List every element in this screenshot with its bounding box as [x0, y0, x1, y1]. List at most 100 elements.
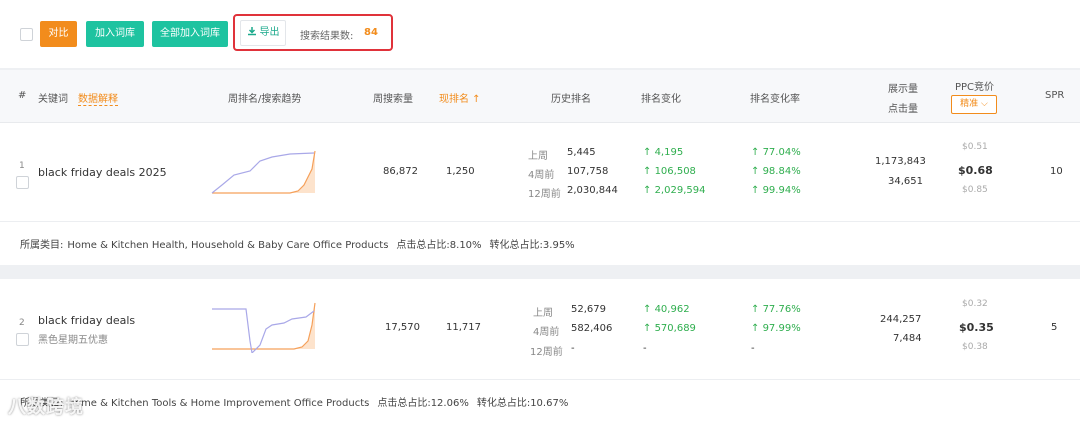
rank-change-value: 106,508 [654, 166, 696, 177]
rank-change-rate-value: 98.84% [762, 166, 801, 177]
chevron-down-icon: ⌵ [981, 99, 988, 109]
page: 对比 加入词库 全部加入词库 导出 搜索结果数: 84 # 关键词 数据解释 周… [0, 0, 1080, 426]
table-row: 2 black friday deals 黑色星期五优惠 17,570 11,7… [0, 279, 1080, 426]
ppc-mid: $0.68 [958, 164, 993, 177]
col-spr[interactable]: SPR [1045, 90, 1064, 101]
row-checkbox[interactable] [16, 176, 29, 189]
row-index: 1 [19, 161, 25, 171]
history-value: - [571, 343, 575, 354]
clicks-value: 34,651 [888, 176, 923, 187]
export-button[interactable]: 导出 [240, 20, 286, 46]
ppc-high: $0.51 [962, 142, 988, 152]
history-value: 5,445 [567, 147, 596, 158]
rank-change-rate: ↑ 77.04% [751, 147, 801, 158]
history-value: 52,679 [571, 304, 606, 315]
arrow-up-icon: ↑ [643, 166, 655, 177]
rank-change-value: 2,029,594 [654, 185, 706, 196]
compare-button[interactable]: 对比 [40, 21, 77, 47]
keyword-text[interactable]: black friday deals [38, 314, 135, 327]
data-explain-link[interactable]: 数据解释 [78, 90, 118, 106]
result-count-value: 84 [364, 27, 378, 38]
row-index: 2 [19, 318, 25, 328]
result-count-label: 搜索结果数: [300, 31, 354, 42]
col-ppc: PPC竞价 [955, 82, 995, 93]
arrow-up-icon: ↑ [751, 304, 763, 315]
rank-change-rate: ↑ 98.84% [751, 166, 801, 177]
click-share: 点击总占比:8.10% [396, 240, 482, 251]
col-clicks[interactable]: 点击量 [888, 100, 918, 115]
keyword-text[interactable]: black friday deals 2025 [38, 166, 167, 179]
add-all-to-library-button[interactable]: 全部加入词库 [152, 21, 228, 47]
arrow-up-icon: ↑ [751, 166, 763, 177]
history-label: 12周前 [528, 189, 561, 200]
arrow-up-icon: ↑ [643, 323, 655, 334]
history-label: 4周前 [528, 170, 555, 181]
ppc-mode-select[interactable]: 精准 ⌵ [951, 95, 997, 114]
select-all-checkbox[interactable] [20, 28, 33, 41]
clicks-value: 7,484 [893, 333, 922, 344]
keyword-translation: 黑色星期五优惠 [38, 335, 108, 346]
conversion-share: 转化总占比:10.67% [476, 398, 569, 409]
rank-change-rate-value: 97.99% [762, 323, 801, 334]
col-rank-change[interactable]: 排名变化 [641, 90, 681, 105]
row-footer: 所属类目: Home & Kitchen Health, Household & … [20, 236, 583, 251]
toolbar: 对比 加入词库 全部加入词库 导出 搜索结果数: 84 [0, 0, 1080, 68]
trend-sparkline [212, 302, 316, 353]
category-value: Home & Kitchen Health, Household & Baby … [67, 240, 389, 251]
ppc-high: $0.32 [962, 299, 988, 309]
current-rank-value: 1,250 [446, 166, 475, 177]
spr-value: 5 [1051, 322, 1058, 333]
rank-change-rate-value: 99.94% [762, 185, 801, 196]
col-rank-change-rate[interactable]: 排名变化率 [750, 90, 800, 105]
weekly-search-value: 17,570 [385, 322, 420, 333]
add-to-library-button[interactable]: 加入词库 [86, 21, 144, 47]
table-header: # 关键词 数据解释 周排名/搜索趋势 周搜索量 现排名 ↑ 历史排名 排名变化… [0, 70, 1080, 123]
spr-value: 10 [1050, 166, 1063, 177]
row-checkbox[interactable] [16, 333, 29, 346]
ppc-mid: $0.35 [959, 321, 994, 334]
rank-change-value: 570,689 [654, 323, 696, 334]
col-index: # [18, 90, 27, 101]
current-rank-value: 11,717 [446, 322, 481, 333]
history-value: 107,758 [567, 166, 609, 177]
rank-change-rate-value: 77.76% [762, 304, 801, 315]
click-share: 点击总占比:12.06% [377, 398, 469, 409]
col-trend: 周排名/搜索趋势 [228, 94, 302, 105]
col-weekly-search[interactable]: 周搜索量 [373, 90, 413, 105]
rank-change-value: - [643, 343, 647, 354]
table-row: 1 black friday deals 2025 86,872 1,250 上… [0, 123, 1080, 265]
arrow-up-icon: ↑ [643, 304, 655, 315]
col-keyword: 关键词 [38, 94, 68, 105]
watermark: 八数跨境 [8, 397, 84, 418]
rank-change-rate-value: - [751, 343, 755, 354]
arrow-up-icon: ↑ [751, 147, 763, 158]
category-label: 所属类目: [20, 240, 64, 251]
trend-sparkline [211, 150, 316, 194]
rank-change: ↑ 570,689 [643, 323, 696, 334]
rank-change-rate-value: 77.04% [762, 147, 801, 158]
ppc-low: $0.38 [962, 342, 988, 352]
history-label: 4周前 [533, 327, 560, 338]
arrow-up-icon: ↑ [751, 185, 763, 196]
impressions-value: 244,257 [880, 314, 922, 325]
rank-change: ↑ 2,029,594 [643, 185, 705, 196]
col-impressions[interactable]: 展示量 [888, 80, 918, 95]
rank-change-value: 40,962 [654, 304, 690, 315]
rank-change-rate: ↑ 99.94% [751, 185, 801, 196]
row-divider [0, 221, 1080, 222]
rank-change: ↑ 40,962 [643, 304, 690, 315]
history-label: 12周前 [530, 347, 563, 358]
category-value: Home & Kitchen Tools & Home Improvement … [67, 398, 370, 409]
col-current-rank-label: 现排名 [439, 94, 469, 105]
sort-up-icon: ↑ [469, 94, 481, 105]
col-current-rank[interactable]: 现排名 ↑ [439, 90, 481, 105]
rank-change-value: 4,195 [654, 147, 684, 158]
history-label: 上周 [528, 151, 548, 162]
col-history-rank: 历史排名 [551, 94, 591, 105]
history-value: 2,030,844 [567, 185, 618, 196]
arrow-up-icon: ↑ [643, 185, 655, 196]
row-divider [0, 379, 1080, 380]
rank-change-rate: ↑ 97.99% [751, 323, 801, 334]
arrow-up-icon: ↑ [751, 323, 763, 334]
ppc-low: $0.85 [962, 185, 988, 195]
